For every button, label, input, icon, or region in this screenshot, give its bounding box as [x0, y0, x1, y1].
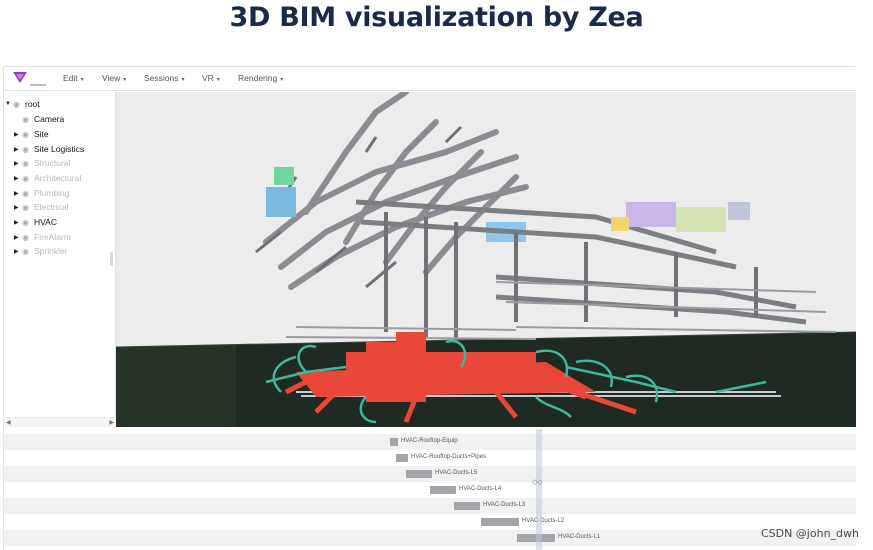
- eye-icon[interactable]: ◉: [22, 159, 34, 168]
- scene-tree-panel: ▼ ◉ root ◉ Camera ▶ ◉ Site ▶ ◉ Site Logi…: [4, 92, 116, 427]
- tree-item-sprinkler[interactable]: ▶ ◉ Sprinkler: [14, 244, 68, 258]
- tree-item-label: Site: [34, 129, 49, 139]
- chevron-down-icon: ▾: [123, 77, 127, 83]
- menu-view[interactable]: View ▾: [102, 73, 126, 83]
- menu-bar: Edit ▾ View ▾ Sessions ▾ VR ▾ Rendering ▾: [4, 67, 856, 91]
- menu-edit[interactable]: Edit ▾: [63, 73, 84, 83]
- scroll-right-icon[interactable]: ▶: [109, 419, 114, 426]
- equip-blue: [266, 187, 296, 217]
- eye-icon[interactable]: ◉: [13, 100, 25, 109]
- tree-item-site-logistics[interactable]: ▶ ◉ Site Logistics: [14, 142, 84, 156]
- timeline-bar[interactable]: [396, 454, 408, 462]
- tree-item-electrical[interactable]: ▶ ◉ Electrical: [14, 200, 68, 214]
- tree-item-hvac[interactable]: ▶ ◉ HVAC: [14, 215, 57, 229]
- ground-slab: [116, 345, 236, 427]
- timeline-track: HVAC-Rooftop-Ducts+Pipes: [4, 450, 856, 466]
- timeline-label: HVAC-Ducts-L4: [459, 486, 502, 492]
- timeline-track: HVAC-Ducts-L3: [4, 498, 856, 514]
- tree-item-label: root: [25, 99, 40, 109]
- tree-scrollbar-thumb[interactable]: [110, 252, 113, 266]
- page-title: 3D BIM visualization by Zea: [229, 2, 644, 33]
- tree-item-label: Plumbing: [34, 188, 70, 198]
- eye-icon[interactable]: ◉: [22, 233, 34, 242]
- playhead-handle-icon[interactable]: ◇◇: [532, 478, 543, 486]
- tree-item-camera[interactable]: ◉ Camera: [14, 112, 64, 126]
- bim-model-render[interactable]: [116, 92, 856, 427]
- zea-logo-icon[interactable]: [10, 70, 50, 88]
- timeline-bar[interactable]: [430, 486, 456, 494]
- chevron-down-icon: ▾: [216, 77, 220, 83]
- expand-down-icon[interactable]: ▼: [5, 101, 13, 107]
- expand-right-icon[interactable]: ▶: [14, 160, 22, 167]
- chevron-down-icon: ▾: [280, 77, 284, 83]
- timeline-track: HVAC-Ducts-L1: [4, 530, 856, 546]
- expand-right-icon[interactable]: ▶: [14, 190, 22, 197]
- tree-item-architectural[interactable]: ▶ ◉ Architectural: [14, 171, 81, 185]
- eye-icon[interactable]: ◉: [22, 218, 34, 227]
- eye-icon[interactable]: ◉: [22, 130, 34, 139]
- chevron-down-icon: ▾: [181, 77, 185, 83]
- tree-item-label: FireAlarm: [34, 232, 71, 242]
- tree-item-site[interactable]: ▶ ◉ Site: [14, 127, 49, 141]
- tree-item-structural[interactable]: ▶ ◉ Structural: [14, 156, 70, 170]
- expand-right-icon[interactable]: ▶: [14, 146, 22, 153]
- timeline-label: HVAC-Ducts-L5: [435, 470, 478, 476]
- tree-item-root[interactable]: ▼ ◉ root: [5, 97, 40, 111]
- menu-vr[interactable]: VR ▾: [202, 73, 220, 83]
- rooftop-ducts: [263, 92, 529, 290]
- timeline-bar[interactable]: [406, 470, 432, 478]
- expand-right-icon[interactable]: ▶: [14, 219, 22, 226]
- tree-item-label: HVAC: [34, 217, 57, 227]
- eye-icon[interactable]: ◉: [22, 247, 34, 256]
- eye-icon[interactable]: ◉: [22, 115, 34, 124]
- eye-icon[interactable]: ◉: [22, 203, 34, 212]
- timeline-label: HVAC-Ducts-L2: [522, 518, 565, 524]
- timeline-label: HVAC-Ducts-L3: [483, 502, 526, 508]
- tree-item-firealarm[interactable]: ▶ ◉ FireAlarm: [14, 230, 71, 244]
- tree-horizontal-scrollbar[interactable]: ◀ ▶: [4, 417, 116, 427]
- eye-icon[interactable]: ◉: [22, 145, 34, 154]
- menu-sessions[interactable]: Sessions ▾: [144, 73, 185, 83]
- timeline-track: HVAC-Ducts-L5: [4, 466, 856, 482]
- expand-right-icon[interactable]: ▶: [14, 204, 22, 211]
- tree-item-label: Structural: [34, 158, 71, 168]
- tree-item-label: Electrical: [34, 202, 69, 212]
- watermark: CSDN @john_dwh: [760, 527, 859, 540]
- sequence-timeline[interactable]: HVAC-Rooftop-Equip HVAC-Rooftop-Ducts+Pi…: [4, 429, 856, 550]
- equip-green: [274, 167, 294, 185]
- eye-icon[interactable]: ◉: [22, 174, 34, 183]
- timeline-label: HVAC-Rooftop-Equip: [401, 438, 458, 444]
- timeline-playhead[interactable]: [536, 429, 542, 550]
- timeline-track: HVAC-Ducts-L4: [4, 482, 856, 498]
- eye-icon[interactable]: ◉: [22, 189, 34, 198]
- right-shelving: [285, 281, 837, 340]
- scroll-left-icon[interactable]: ◀: [6, 419, 11, 426]
- timeline-label: HVAC-Rooftop-Ducts+Pipes: [411, 454, 487, 460]
- tree-item-label: Architectural: [34, 173, 82, 183]
- tree-item-label: Site Logistics: [34, 144, 85, 154]
- timeline-label: HVAC-Ducts-L1: [558, 534, 601, 540]
- tree-item-plumbing[interactable]: ▶ ◉ Plumbing: [14, 186, 69, 200]
- timeline-track: HVAC-Rooftop-Equip: [4, 434, 856, 450]
- zea-app-window: Edit ▾ View ▾ Sessions ▾ VR ▾ Rendering ▾ ▼ ◉…: [3, 66, 856, 550]
- timeline-bar[interactable]: [390, 438, 398, 446]
- expand-right-icon[interactable]: ▶: [14, 248, 22, 255]
- chevron-down-icon: ▾: [80, 77, 84, 83]
- expand-right-icon[interactable]: ▶: [14, 131, 22, 138]
- expand-right-icon[interactable]: ▶: [14, 234, 22, 241]
- timeline-bar[interactable]: [454, 502, 480, 510]
- tree-item-label: Sprinkler: [34, 246, 68, 256]
- timeline-bar[interactable]: [481, 518, 519, 526]
- menu-rendering[interactable]: Rendering ▾: [238, 73, 283, 83]
- expand-right-icon[interactable]: ▶: [14, 175, 22, 182]
- timeline-track: HVAC-Ducts-L2: [4, 514, 856, 530]
- 3d-viewport[interactable]: [116, 92, 856, 427]
- tree-item-label: Camera: [34, 114, 65, 124]
